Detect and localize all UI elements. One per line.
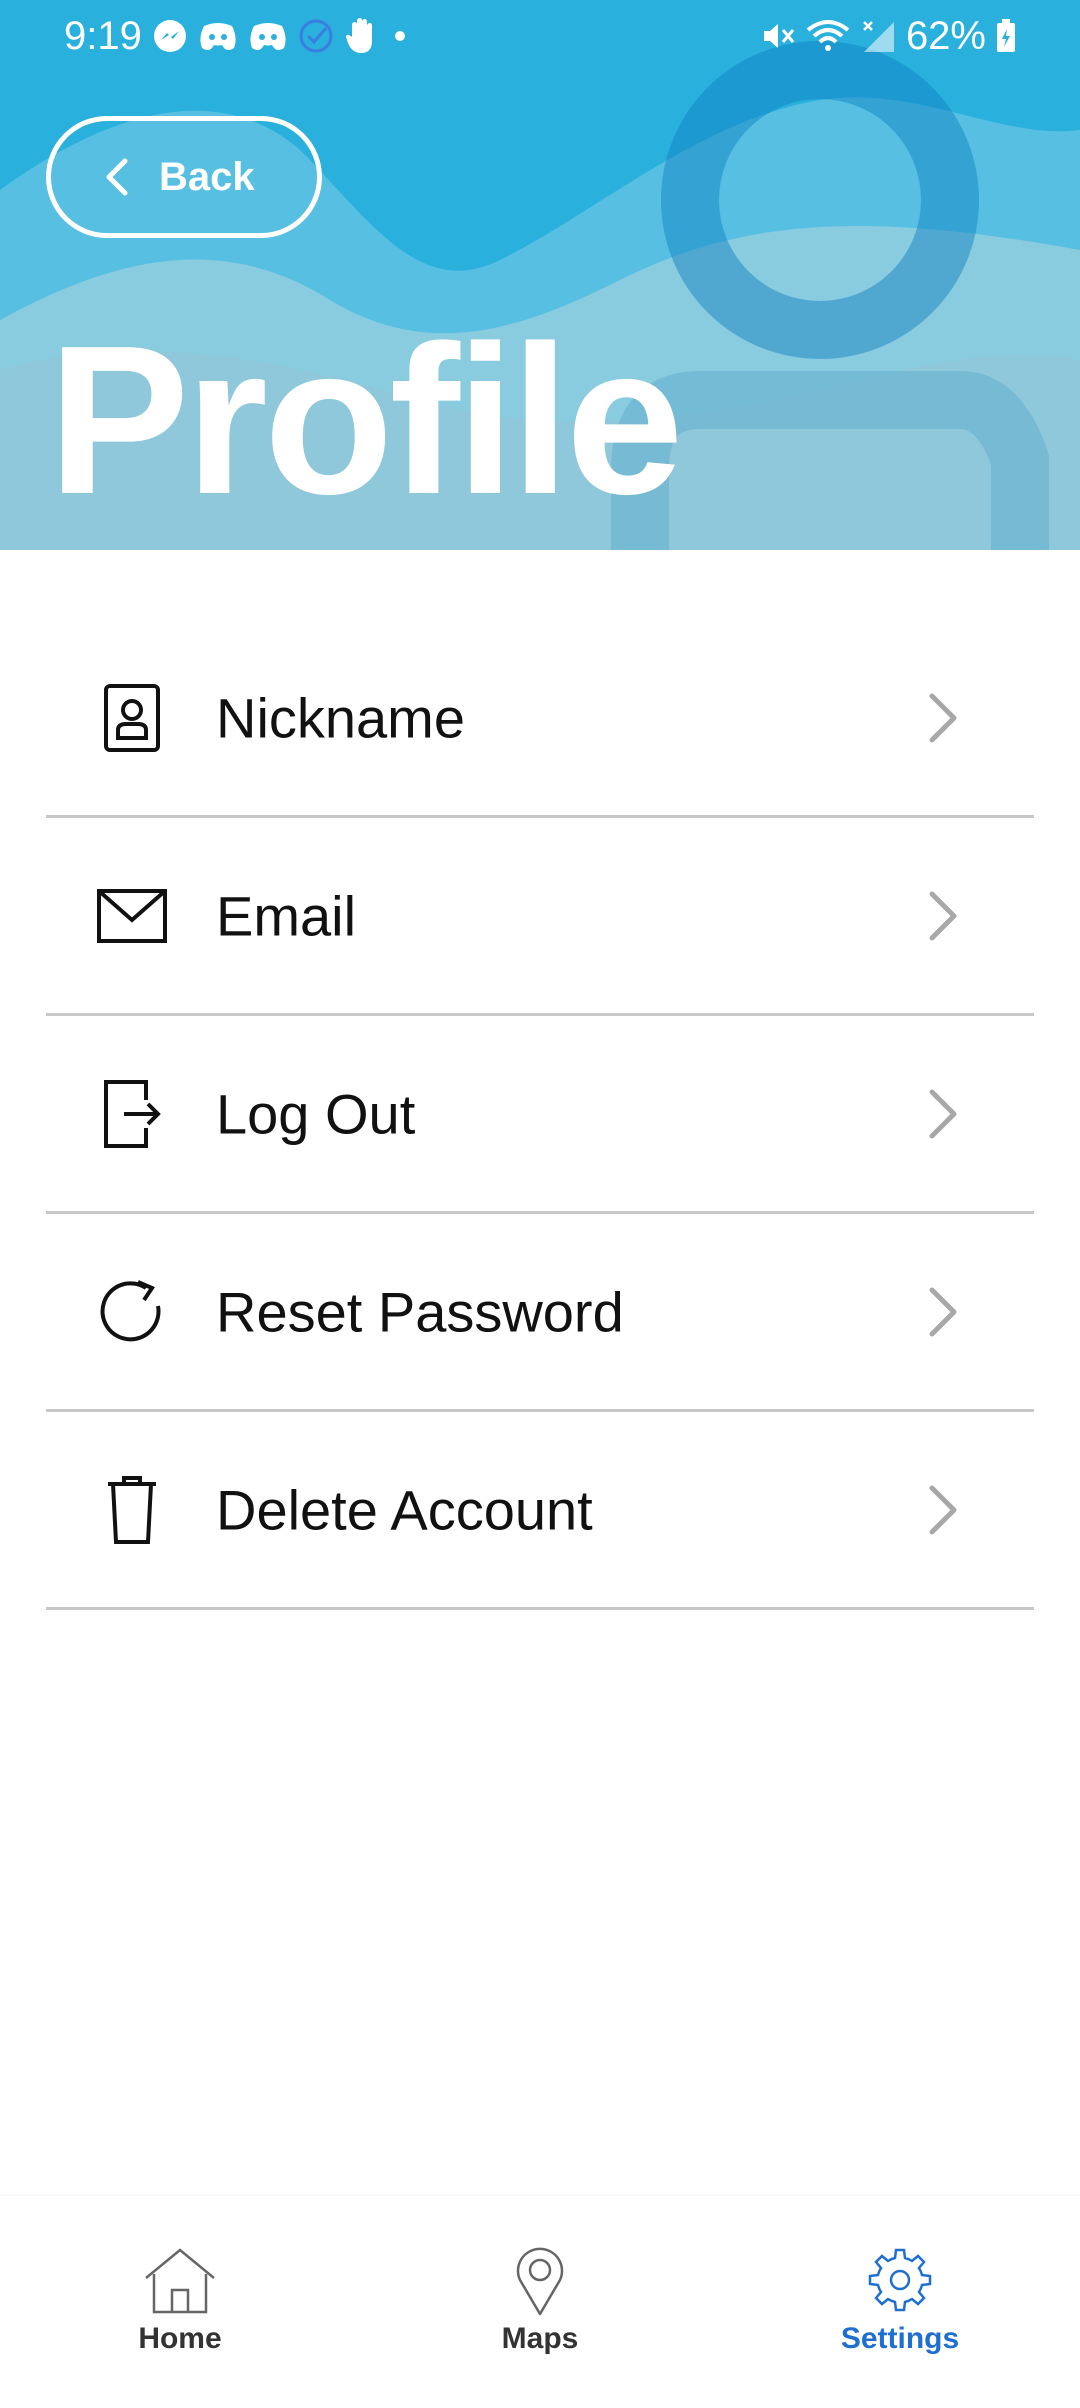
- back-label: Back: [159, 154, 255, 199]
- battery-percentage: 62%: [905, 14, 986, 58]
- id-badge-icon: [96, 682, 168, 754]
- nav-item-home[interactable]: Home: [80, 2246, 280, 2366]
- page-title: Profile: [48, 301, 684, 538]
- discord-icon: [200, 23, 236, 50]
- chevron-left-icon: [106, 158, 128, 196]
- nav-label: Maps: [501, 2322, 579, 2355]
- menu-item-label: Reset Password: [216, 1280, 624, 1343]
- messenger-icon: [154, 20, 186, 52]
- mute-icon: [763, 24, 795, 48]
- dot-icon: [395, 31, 405, 41]
- menu-item-label: Nickname: [216, 686, 465, 749]
- battery-icon: [997, 19, 1015, 52]
- signal-icon: [863, 21, 894, 52]
- profile-menu: Nickname Email Log Out Reset Password De…: [46, 620, 1034, 1610]
- menu-item-nickname[interactable]: Nickname: [46, 620, 1034, 818]
- chevron-right-icon: [929, 1287, 957, 1336]
- chevron-right-icon: [929, 1485, 957, 1534]
- notification-icons: [152, 16, 410, 56]
- nav-item-maps[interactable]: Maps: [440, 2246, 640, 2366]
- nav-label: Settings: [840, 2322, 960, 2355]
- chevron-right-icon: [929, 693, 957, 742]
- system-status: 62%: [760, 12, 1016, 60]
- logout-icon: [96, 1078, 168, 1150]
- menu-item-log-out[interactable]: Log Out: [46, 1016, 1034, 1214]
- bottom-nav: Home Maps Settings: [0, 2196, 1080, 2408]
- gear-icon: [868, 2248, 932, 2312]
- home-icon: [145, 2248, 215, 2314]
- envelope-icon: [96, 880, 168, 952]
- profile-screen: 9:19 62% Back Profile Nickname Email Log…: [0, 0, 1080, 2408]
- status-time: 9:19: [64, 14, 142, 58]
- discord-icon: [250, 23, 286, 50]
- status-bar: 9:19 62%: [0, 0, 1080, 72]
- nav-label: Home: [138, 2322, 222, 2355]
- menu-item-email[interactable]: Email: [46, 818, 1034, 1016]
- check-circle-icon: [299, 19, 333, 53]
- menu-item-label: Delete Account: [216, 1478, 593, 1541]
- chevron-right-icon: [929, 891, 957, 940]
- map-pin-icon: [516, 2247, 564, 2316]
- wifi-icon: [806, 20, 850, 51]
- back-button[interactable]: Back: [46, 116, 322, 238]
- menu-item-delete-account[interactable]: Delete Account: [46, 1412, 1034, 1610]
- profile-header: 9:19 62% Back Profile: [0, 0, 1080, 550]
- menu-item-reset-password[interactable]: Reset Password: [46, 1214, 1034, 1412]
- menu-item-label: Log Out: [216, 1082, 416, 1145]
- refresh-icon: [96, 1276, 168, 1348]
- hand-icon: [346, 18, 372, 53]
- nav-item-settings[interactable]: Settings: [800, 2246, 1000, 2366]
- chevron-right-icon: [929, 1089, 957, 1138]
- menu-item-label: Email: [216, 884, 357, 947]
- trash-icon: [96, 1474, 168, 1546]
